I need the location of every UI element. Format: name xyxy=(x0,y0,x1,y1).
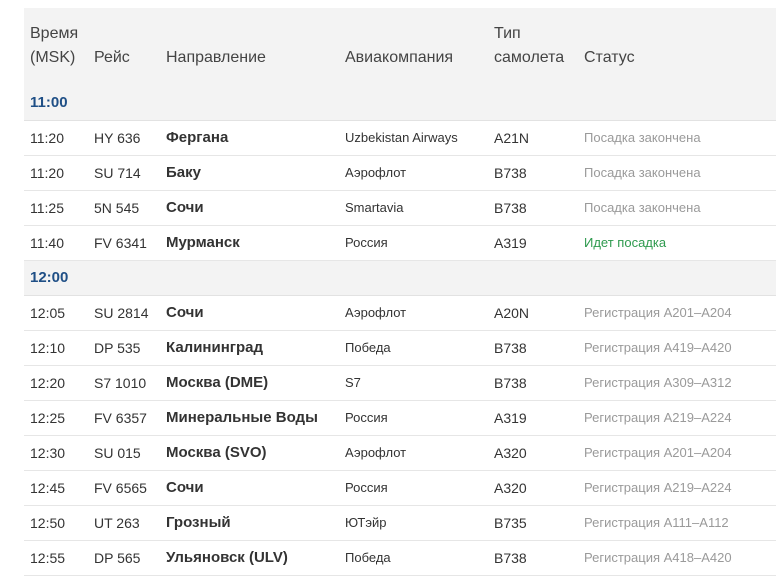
flight-row[interactable]: 12:05 SU 2814 Сочи Аэрофлот A20N Регистрация … xyxy=(24,296,776,331)
flight-status: Регистрация A419–A420 xyxy=(584,340,732,355)
flight-time: 12:50 xyxy=(30,515,66,531)
flight-row[interactable]: 12:30 SU 015 Москва (SVO) Аэрофлот A320 Регис… xyxy=(24,436,776,471)
flight-aircraft-type: A20N xyxy=(494,305,530,321)
flight-airline: Победа xyxy=(345,340,391,355)
flight-row[interactable]: 12:25 FV 6357 Минеральные Воды Россия A319 Ре… xyxy=(24,401,776,436)
column-header-direction[interactable]: Направление xyxy=(166,46,266,70)
flight-direction: Минеральные Воды xyxy=(166,409,318,426)
table-header: Время (MSK) Рейс Направление Авиакомпани… xyxy=(24,8,776,86)
column-header-airline[interactable]: Авиакомпания xyxy=(345,46,453,70)
flight-status: Регистрация A219–A224 xyxy=(584,410,732,425)
flight-direction: Сочи xyxy=(166,304,204,321)
flight-row[interactable]: 11:20 SU 714 Баку Аэрофлот B738 Посадка закон… xyxy=(24,156,776,191)
flight-direction: Мурманск xyxy=(166,234,240,251)
flight-number: SU 015 xyxy=(94,445,141,461)
flight-airline: Россия xyxy=(345,410,388,425)
column-header-time[interactable]: Время (MSK) xyxy=(30,22,78,70)
flight-row[interactable]: 11:25 5N 545 Сочи Smartavia B738 Посадка зако… xyxy=(24,191,776,226)
flight-number: 5N 545 xyxy=(94,200,140,216)
flight-time: 12:45 xyxy=(30,480,66,496)
flight-direction: Сочи xyxy=(166,479,204,496)
flight-number: SU 714 xyxy=(94,165,141,181)
column-header-flight[interactable]: Рейс xyxy=(94,46,130,70)
flight-airline: Smartavia xyxy=(345,200,404,215)
flight-airline: S7 xyxy=(345,375,361,390)
flight-aircraft-type: B738 xyxy=(494,340,527,356)
column-header-aircraft[interactable]: Тип самолета xyxy=(494,22,564,70)
flight-number: UT 263 xyxy=(94,515,140,531)
flight-direction: Москва (SVO) xyxy=(166,444,267,461)
flight-row[interactable]: 12:55 DP 565 Ульяновск (ULV) Победа B738 Реги… xyxy=(24,541,776,576)
flight-aircraft-type: A319 xyxy=(494,235,527,251)
flight-number: FV 6565 xyxy=(94,480,147,496)
flight-number: S7 1010 xyxy=(94,375,147,391)
flight-aircraft-type: A21N xyxy=(494,130,530,146)
flight-time: 12:20 xyxy=(30,375,66,391)
flight-aircraft-type: B738 xyxy=(494,200,527,216)
flight-airline: Аэрофлот xyxy=(345,305,407,320)
flight-aircraft-type: B735 xyxy=(494,515,527,531)
flight-list: 11:00 11:20 HY 636 Фергана Uzbekistan Airway… xyxy=(24,86,776,576)
flight-status: Регистрация A201–A204 xyxy=(584,445,732,460)
flight-status: Посадка закончена xyxy=(584,130,701,145)
flight-status: Идет посадка xyxy=(584,235,667,250)
flight-row[interactable]: 11:20 HY 636 Фергана Uzbekistan Airways A21N… xyxy=(24,121,776,156)
flight-time: 12:25 xyxy=(30,410,66,426)
flight-time: 12:10 xyxy=(30,340,66,356)
hour-group-header: 11:00 xyxy=(24,86,776,121)
flight-number: HY 636 xyxy=(94,130,141,146)
flight-time: 11:20 xyxy=(30,130,64,146)
flight-aircraft-type: A319 xyxy=(494,410,527,426)
column-header-status[interactable]: Статус xyxy=(584,46,635,70)
flight-aircraft-type: A320 xyxy=(494,445,527,461)
flight-airline: Uzbekistan Airways xyxy=(345,130,458,145)
flight-direction: Баку xyxy=(166,164,201,181)
flight-aircraft-type: A320 xyxy=(494,480,527,496)
flight-status: Регистрация A219–A224 xyxy=(584,480,732,495)
flight-direction: Фергана xyxy=(166,129,229,146)
hour-group-header: 12:00 xyxy=(24,261,776,296)
flight-row[interactable]: 11:40 FV 6341 Мурманск Россия A319 Идет посад… xyxy=(24,226,776,261)
flight-aircraft-type: B738 xyxy=(494,165,527,181)
column-header-aircraft-line2: самолета xyxy=(494,49,565,66)
flight-time: 11:25 xyxy=(30,200,64,216)
flight-status: Посадка закончена xyxy=(584,165,701,180)
flight-direction: Москва (DME) xyxy=(166,374,269,391)
flight-number: FV 6357 xyxy=(94,410,147,426)
flight-row[interactable]: 12:20 S7 1010 Москва (DME) S7 B738 Регистраци… xyxy=(24,366,776,401)
flight-number: DP 535 xyxy=(94,340,141,356)
flight-airline: Аэрофлот xyxy=(345,445,407,460)
flight-number: FV 6341 xyxy=(94,235,147,251)
flight-row[interactable]: 12:10 DP 535 Калининград Победа B738 Регистра… xyxy=(24,331,776,366)
flight-time: 12:30 xyxy=(30,445,66,461)
flight-time: 12:05 xyxy=(30,305,66,321)
flight-airline: Аэрофлот xyxy=(345,165,407,180)
flight-time: 11:40 xyxy=(30,235,64,251)
flight-airline: ЮТэйр xyxy=(345,515,387,530)
hour-group-label: 11:00 xyxy=(30,94,68,111)
column-header-aircraft-line1: Тип xyxy=(494,25,521,42)
flight-number: SU 2814 xyxy=(94,305,149,321)
flight-status: Регистрация A201–A204 xyxy=(584,305,732,320)
flight-airline: Россия xyxy=(345,480,388,495)
column-header-time-line1: Время xyxy=(30,25,79,42)
flight-aircraft-type: B738 xyxy=(494,375,527,391)
hour-group-label: 12:00 xyxy=(30,269,69,286)
flight-status: Регистрация A309–A312 xyxy=(584,375,732,390)
flight-direction: Калининград xyxy=(166,339,264,356)
flight-row[interactable]: 12:50 UT 263 Грозный ЮТэйр B735 Регистрация A… xyxy=(24,506,776,541)
flight-airline: Россия xyxy=(345,235,388,250)
flight-status: Посадка закончена xyxy=(584,200,701,215)
flight-time: 11:20 xyxy=(30,165,64,181)
departures-board: Время (MSK) Рейс Направление Авиакомпани… xyxy=(24,8,776,576)
column-header-time-line2: (MSK) xyxy=(30,49,76,66)
flight-status: Регистрация A111–A112 xyxy=(584,515,729,530)
flight-row[interactable]: 12:45 FV 6565 Сочи Россия A320 Регистрация A2… xyxy=(24,471,776,506)
flight-direction: Сочи xyxy=(166,199,204,216)
flight-direction: Грозный xyxy=(166,514,231,531)
